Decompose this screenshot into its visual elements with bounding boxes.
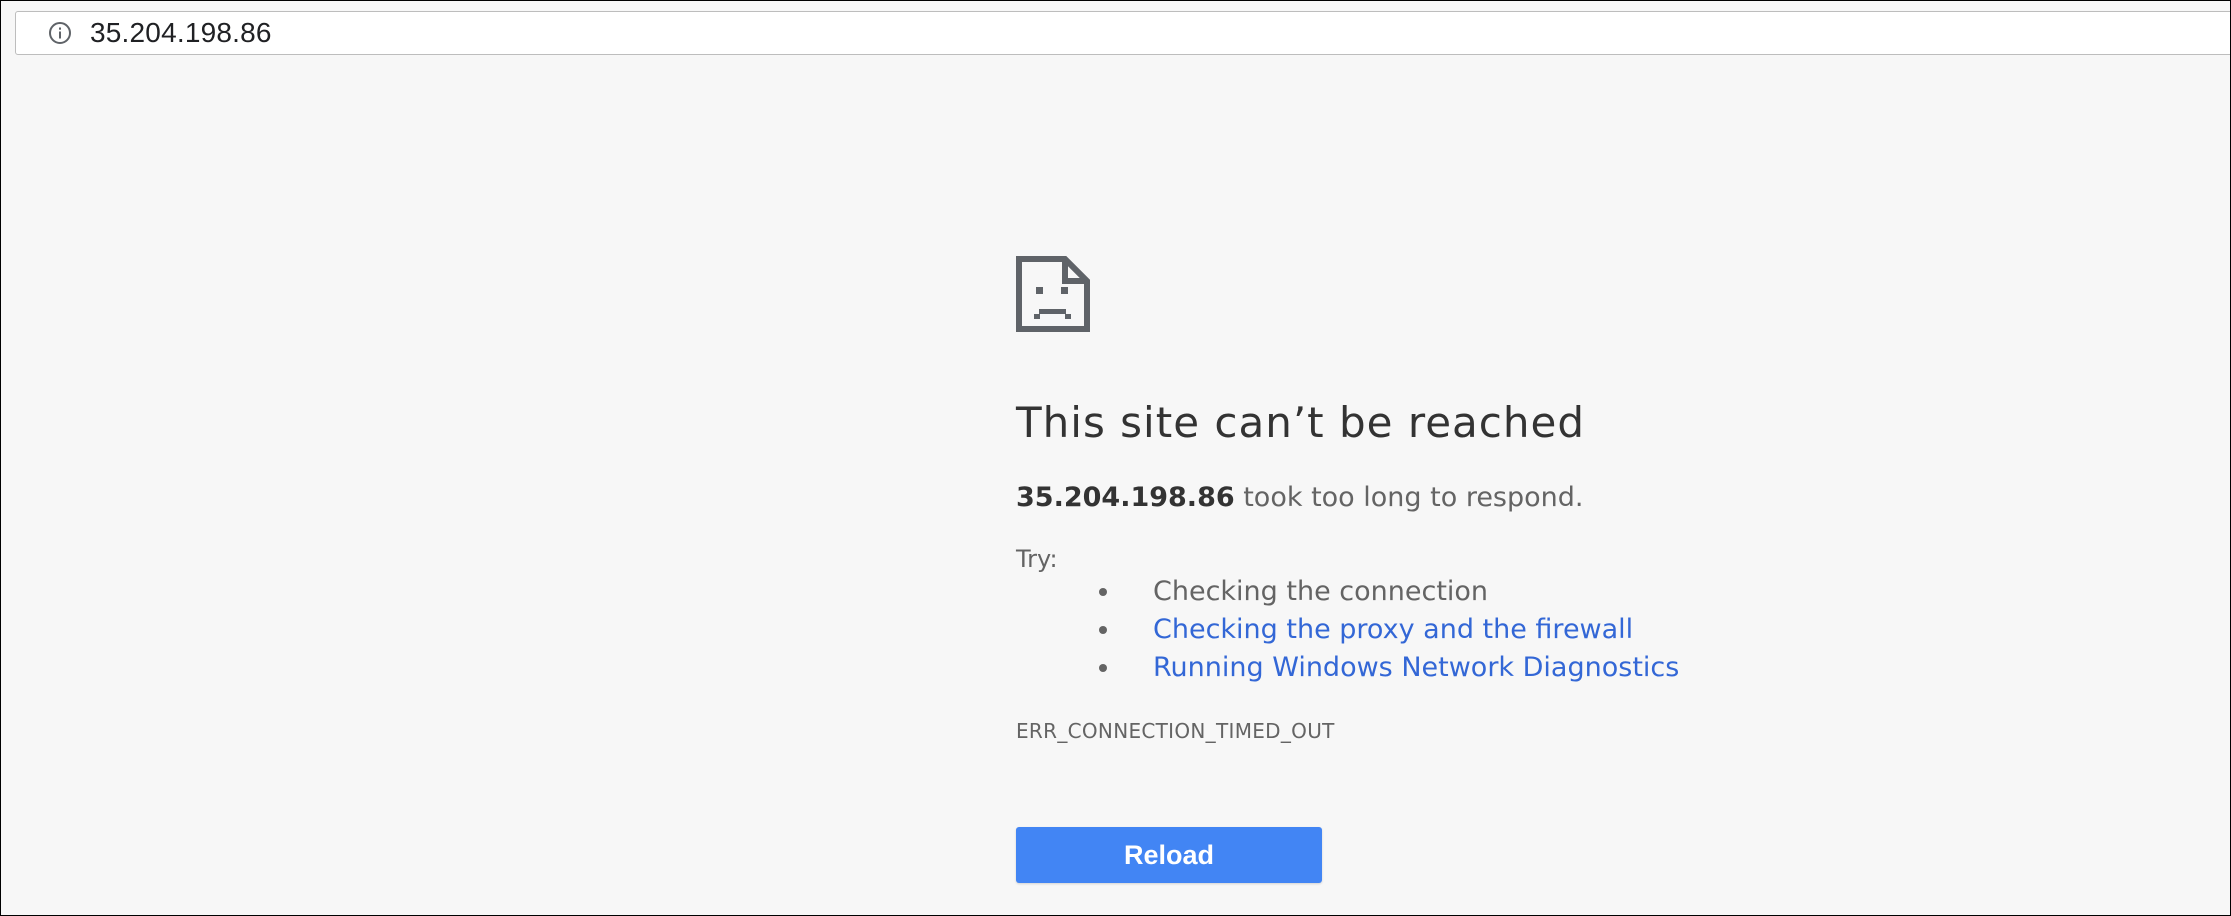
bullet-icon [1099,664,1107,672]
error-title: This site can’t be reached [1016,398,1585,447]
error-message: took too long to respond. [1234,482,1584,513]
address-bar[interactable]: 35.204.198.86 [15,11,2230,55]
error-host: 35.204.198.86 [1016,482,1235,513]
error-content: This site can’t be reached 35.204.198.86… [1016,256,2116,883]
bullet-icon [1099,626,1107,634]
suggestion-check-proxy-firewall[interactable]: Checking the proxy and the firewall [1016,611,2116,649]
browser-window: 35.204.198.86 This site can’t be reached… [0,0,2231,916]
info-icon[interactable] [48,21,72,45]
sad-page-icon [1016,256,1090,332]
error-code: ERR_CONNECTION_TIMED_OUT [1016,719,1335,743]
error-summary: 35.204.198.86 took too long to respond. [1016,484,2116,511]
url-text[interactable]: 35.204.198.86 [90,17,272,49]
suggestion-check-connection: Checking the connection [1016,573,2116,611]
suggestion-list: Checking the connection Checking the pro… [1016,573,2116,687]
reload-button[interactable]: Reload [1016,827,1322,883]
suggestion-label: Checking the connection [1153,576,1489,607]
bullet-icon [1099,588,1107,596]
suggestion-link[interactable]: Running Windows Network Diagnostics [1153,652,1679,683]
suggestion-link[interactable]: Checking the proxy and the firewall [1153,614,1633,645]
try-label: Try: [1016,545,1058,573]
suggestion-network-diagnostics[interactable]: Running Windows Network Diagnostics [1016,649,2116,687]
